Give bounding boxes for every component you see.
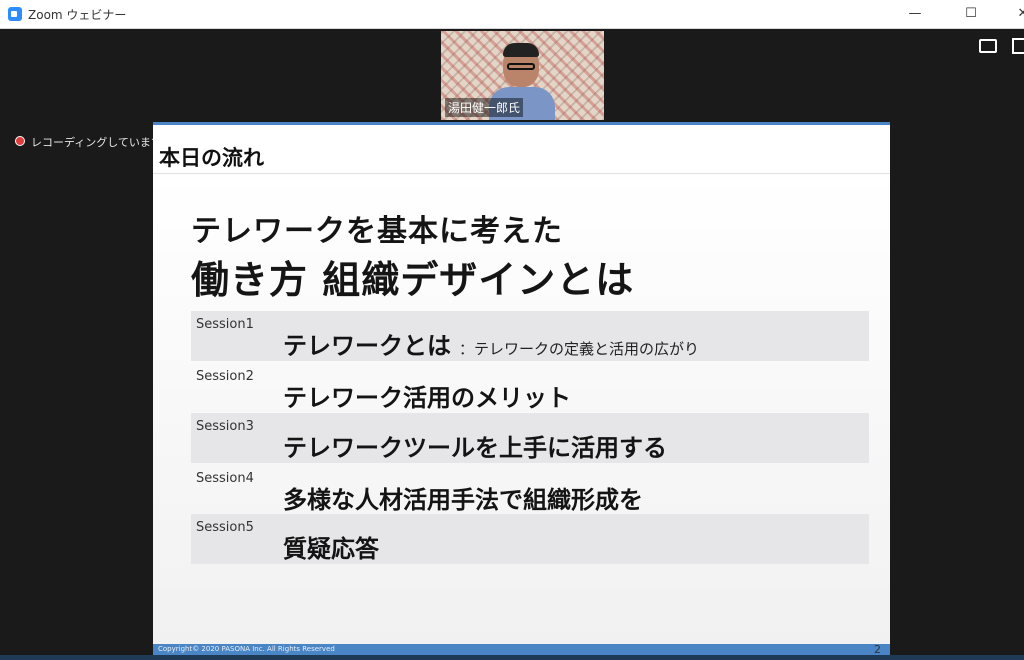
session-label: Session3 (196, 419, 254, 434)
session-label: Session2 (196, 369, 254, 384)
session-topic: 質疑応答 (283, 535, 379, 563)
recording-status-text: レコーディングしています (31, 136, 162, 149)
session-topic: 多様な人材活用手法で組織形成を (283, 486, 643, 514)
view-mode-icon[interactable] (979, 39, 997, 53)
close-button[interactable]: ✕ (1000, 0, 1024, 28)
session-row: Session3 テレワークツールを上手に活用する (191, 413, 869, 463)
slide-body: テレワークを基本に考えた 働き方 組織デザインとは Session1 テレワーク… (153, 174, 890, 644)
session-row: Session1 テレワークとは ：テレワークの定義と活用の広がり (191, 311, 869, 361)
speaker-glasses (507, 63, 535, 70)
session-topic: テレワーク活用のメリット (283, 384, 571, 412)
session-row: Session2 テレワーク活用のメリット (191, 363, 869, 413)
slide-headline-line1: テレワークを基本に考えた (191, 214, 563, 249)
participant-name-label: 湯田健一郎氏 (445, 98, 524, 117)
session-topic: テレワークとは ：テレワークの定義と活用の広がり (283, 326, 699, 361)
window-title: Zoom ウェビナー (28, 8, 127, 22)
bottom-edge-bar (0, 655, 1024, 660)
minimize-button[interactable]: — (892, 0, 938, 28)
slide-title: 本日の流れ (159, 146, 264, 170)
recording-icon (15, 136, 25, 146)
session-row: Session5 質疑応答 (191, 514, 869, 564)
fullscreen-icon[interactable] (1012, 38, 1024, 54)
maximize-button[interactable]: ☐ (948, 0, 994, 28)
session-row: Session4 多様な人材活用手法で組織形成を (191, 465, 869, 515)
session-subtitle: ：テレワークの定義と活用の広がり (459, 340, 700, 358)
footer-copyright: Copyright© 2020 PASONA Inc. All Rights R… (158, 645, 335, 653)
zoom-app-icon (8, 7, 22, 21)
slide-header: 本日の流れ (153, 125, 890, 174)
session-topic-text: テレワークとは (283, 332, 451, 360)
shared-screen: 本日の流れ テレワークを基本に考えた 働き方 組織デザインとは Session1… (153, 122, 890, 657)
slide-headline-line2: 働き方 組織デザインとは (191, 258, 635, 302)
session-topic: テレワークツールを上手に活用する (283, 434, 667, 462)
speaker-hair (503, 43, 539, 57)
session-label: Session4 (196, 471, 254, 486)
session-label: Session1 (196, 317, 254, 332)
speaker-video-tile[interactable]: 湯田健一郎氏 (441, 31, 604, 120)
session-label: Session5 (196, 520, 254, 535)
window-titlebar: Zoom ウェビナー — ☐ ✕ (0, 0, 1024, 29)
